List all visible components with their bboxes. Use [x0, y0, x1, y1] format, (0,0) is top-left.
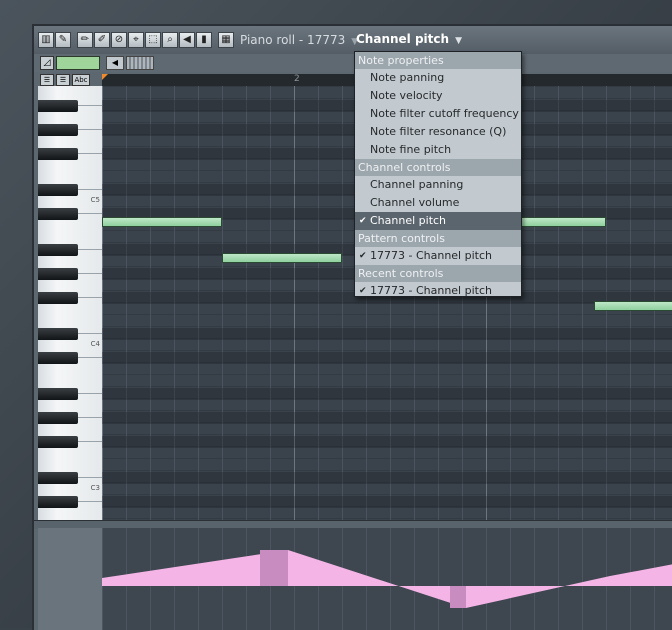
bars-icon[interactable]: ▮ — [196, 32, 212, 48]
black-key[interactable] — [38, 436, 78, 448]
menu-item-label: Channel volume — [370, 196, 460, 209]
black-key[interactable] — [38, 148, 78, 160]
menu-item[interactable]: Channel panning — [355, 176, 521, 194]
menu-item[interactable]: Note panning — [355, 69, 521, 87]
scroll-left-button[interactable]: ◀ — [106, 56, 124, 70]
checkmark-icon: ✔ — [359, 286, 367, 296]
black-key[interactable] — [38, 268, 78, 280]
chevron-down-icon: ▼ — [455, 36, 462, 46]
octave-label: C4 — [90, 340, 100, 348]
window-title[interactable]: Piano roll - 17773 ▼ — [240, 33, 358, 47]
black-key-row — [102, 412, 672, 424]
delete-icon[interactable]: ⊘ — [111, 32, 127, 48]
menu-item-label: Note fine pitch — [370, 143, 452, 156]
menu-section-header: Recent controls — [355, 265, 521, 282]
grid-icon[interactable]: ▦ — [218, 32, 234, 48]
black-key-row — [102, 388, 672, 400]
target-control-label: Channel pitch — [356, 32, 450, 46]
piano-roll-window: ▥ ✎ ✏ ✐ ⊘ ⌖ ⬚ ⌕ ◀ ▮ ▦ Piano roll - 17773 ▼ Channel … — [32, 24, 672, 630]
menu-item-label: Channel panning — [370, 178, 464, 191]
envelope-handle[interactable] — [260, 550, 288, 586]
octave-label: C3 — [90, 484, 100, 492]
black-key-row — [102, 436, 672, 448]
playhead-marker-icon[interactable] — [102, 74, 108, 80]
checkmark-icon: ✔ — [359, 216, 367, 226]
snap-button[interactable]: ◿ — [40, 56, 54, 70]
menu-item[interactable]: ✔ Channel pitch — [355, 212, 521, 230]
black-key[interactable] — [38, 412, 78, 424]
checkmark-icon: ✔ — [359, 251, 367, 261]
menu-item-label: 17773 - Channel pitch — [370, 284, 492, 297]
zoom-icon[interactable]: ⌕ — [162, 32, 178, 48]
black-key[interactable] — [38, 208, 78, 220]
select-icon[interactable]: ⬚ — [145, 32, 161, 48]
black-key[interactable] — [38, 292, 78, 304]
black-key[interactable] — [38, 496, 78, 508]
menu-section-header: Pattern controls — [355, 230, 521, 247]
title-bar[interactable]: ▥ ✎ ✏ ✐ ⊘ ⌖ ⬚ ⌕ ◀ ▮ ▦ Piano roll - 17773 ▼ Channel … — [34, 26, 672, 54]
ruler-button[interactable]: Abc — [72, 74, 90, 86]
black-key[interactable] — [38, 328, 78, 340]
note[interactable] — [222, 253, 342, 263]
menu-item[interactable]: Channel volume — [355, 194, 521, 212]
menu-item[interactable]: Note filter resonance (Q) — [355, 123, 521, 141]
event-editor-side — [38, 528, 103, 630]
note[interactable] — [594, 301, 672, 311]
black-key[interactable] — [38, 352, 78, 364]
menu-item-label: Channel pitch — [370, 214, 447, 227]
pencil-icon[interactable]: ✏ — [77, 32, 93, 48]
menu-item-label: 17773 - Channel pitch — [370, 249, 492, 262]
black-key[interactable] — [38, 244, 78, 256]
black-key[interactable] — [38, 124, 78, 136]
menu-item-label: Note velocity — [370, 89, 443, 102]
menu-section-header: Note properties — [355, 52, 521, 69]
menu-item-label: Note filter cutoff frequency — [370, 107, 519, 120]
scroll-thumb[interactable] — [126, 56, 154, 70]
menu-section-header: Channel controls — [355, 159, 521, 176]
ruler-button[interactable]: ☰ — [40, 74, 54, 86]
menu-item[interactable]: Note velocity — [355, 87, 521, 105]
envelope-handle[interactable] — [450, 586, 466, 608]
speaker-icon[interactable]: ◀ — [179, 32, 195, 48]
black-key-row — [102, 328, 672, 340]
black-key[interactable] — [38, 388, 78, 400]
black-key[interactable] — [38, 100, 78, 112]
menu-item-label: Note panning — [370, 71, 445, 84]
wrench-icon[interactable]: ✎ — [55, 32, 71, 48]
envelope-segment — [466, 576, 610, 608]
window-title-label: Piano roll - 17773 — [240, 33, 346, 47]
envelope-segment — [610, 564, 672, 586]
keyboard-icon[interactable]: ▥ — [38, 32, 54, 48]
note[interactable] — [102, 217, 222, 227]
zoom-slider[interactable] — [56, 56, 100, 70]
slice-icon[interactable]: ⌖ — [128, 32, 144, 48]
target-control-dropdown[interactable]: Channel pitch ▼ — [356, 32, 462, 46]
menu-item-label: Note filter resonance (Q) — [370, 125, 507, 138]
envelope-segment — [288, 550, 466, 608]
menu-item[interactable]: ✔ 17773 - Channel pitch — [355, 282, 521, 300]
menu-item[interactable]: Note fine pitch — [355, 141, 521, 159]
ruler-buttons: ☰ ☰ Abc — [40, 74, 90, 86]
piano-keyboard[interactable]: C5 C4 C3 — [38, 86, 103, 520]
target-control-menu: Note properties Note panning Note velocity… — [354, 51, 522, 297]
menu-item[interactable]: ✔ 17773 - Channel pitch — [355, 247, 521, 265]
tool-icons: ▥ ✎ ✏ ✐ ⊘ ⌖ ⬚ ⌕ ◀ ▮ ▦ — [38, 32, 235, 48]
pitch-envelope[interactable] — [102, 528, 672, 630]
black-key-row — [102, 496, 672, 508]
black-key-row — [102, 352, 672, 364]
bar-number: 2 — [294, 74, 300, 84]
black-key[interactable] — [38, 184, 78, 196]
ruler-button[interactable]: ☰ — [56, 74, 70, 86]
octave-label: C5 — [90, 196, 100, 204]
black-key-row — [102, 472, 672, 484]
black-key[interactable] — [38, 472, 78, 484]
menu-item[interactable]: Note filter cutoff frequency — [355, 105, 521, 123]
brush-icon[interactable]: ✐ — [94, 32, 110, 48]
